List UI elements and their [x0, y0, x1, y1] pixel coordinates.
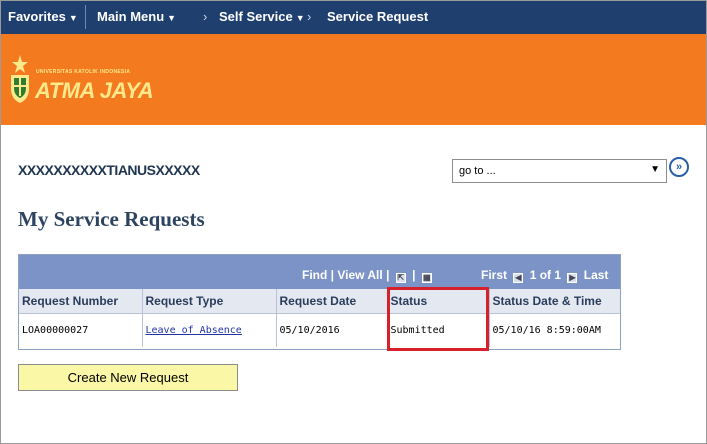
self-service-label: Self Service: [219, 9, 293, 24]
status-highlight-box: [387, 287, 489, 351]
toolbar-divider: |: [330, 268, 335, 282]
goto-button[interactable]: »: [669, 157, 689, 177]
top-navigation-bar: Favorites ▼ Main Menu ▼ › Self Service ▼ › …: [1, 1, 706, 34]
zoom-grid-icon[interactable]: ⇱: [395, 273, 406, 283]
requests-table: Request Number Request Type Request Date…: [19, 289, 620, 347]
chevron-down-icon: ▼: [167, 13, 177, 23]
toolbar-divider: |: [412, 268, 416, 282]
view-all-link[interactable]: View All: [337, 268, 382, 282]
page-title: My Service Requests: [18, 207, 205, 231]
column-header[interactable]: Status Date & Time: [489, 289, 620, 314]
grid-navigation-links: Find | View All | ⇱ | ▦: [302, 268, 435, 283]
breadcrumb-chevron-icon: ›: [307, 9, 312, 24]
status-datetime-cell: 05/10/16 8:59:00AM: [489, 313, 620, 347]
university-emblem-icon: [11, 55, 29, 103]
service-request-breadcrumb[interactable]: Service Request: [327, 9, 428, 24]
service-requests-grid: Find | View All | ⇱ | ▦ First ◀ 1 of 1 ▶…: [18, 254, 621, 350]
request-type-cell: Leave of Absence: [142, 313, 277, 347]
last-link[interactable]: Last: [584, 268, 609, 282]
column-header[interactable]: Request Type: [142, 289, 277, 314]
breadcrumb-chevron-icon: ›: [203, 9, 208, 24]
previous-page-icon[interactable]: ◀: [513, 273, 524, 283]
grid-pagination: First ◀ 1 of 1 ▶ Last: [481, 268, 608, 283]
goto-select-value: go to ...: [459, 165, 496, 177]
page-info: 1 of 1: [529, 268, 562, 282]
main-menu-label: Main Menu: [97, 9, 165, 24]
find-link[interactable]: Find: [302, 268, 327, 282]
user-name: XXXXXXXXXXTIANUSXXXXX: [18, 162, 200, 178]
request-date-cell: 05/10/2016: [276, 313, 388, 347]
self-service-menu[interactable]: Self Service ▼: [219, 9, 305, 24]
column-header[interactable]: Request Number: [19, 289, 143, 314]
first-link[interactable]: First: [481, 268, 507, 282]
create-new-request-button[interactable]: Create New Request: [18, 364, 238, 391]
chevron-down-icon: ▼: [68, 13, 78, 23]
next-page-icon[interactable]: ▶: [567, 273, 578, 283]
download-grid-icon[interactable]: ▦: [421, 273, 432, 283]
toolbar-divider: |: [386, 268, 390, 282]
chevron-down-icon: ▼: [295, 13, 305, 23]
leave-of-absence-link[interactable]: Leave of Absence: [146, 325, 242, 336]
favorites-label: Favorites: [8, 9, 66, 24]
logo-title: ATMA JAYA: [35, 78, 154, 103]
table-header-row: Request Number Request Type Request Date…: [19, 289, 620, 314]
logo-subtitle: UNIVERSITAS KATOLIK INDONESIA: [36, 69, 131, 75]
nav-divider: [85, 5, 86, 29]
dropdown-arrow-icon: ▼: [650, 164, 660, 175]
favorites-menu[interactable]: Favorites ▼: [8, 9, 78, 24]
grid-toolbar: Find | View All | ⇱ | ▦ First ◀ 1 of 1 ▶…: [19, 255, 620, 289]
main-menu[interactable]: Main Menu ▼: [97, 9, 176, 24]
goto-select[interactable]: go to ... ▼: [452, 159, 667, 183]
request-number-cell: LOA00000027: [19, 313, 143, 347]
university-logo: UNIVERSITAS KATOLIK INDONESIA ATMA JAYA: [8, 53, 154, 105]
column-header[interactable]: Request Date: [276, 289, 388, 314]
header-banner: UNIVERSITAS KATOLIK INDONESIA ATMA JAYA: [1, 34, 706, 125]
table-row: LOA00000027 Leave of Absence 05/10/2016 …: [19, 313, 620, 347]
